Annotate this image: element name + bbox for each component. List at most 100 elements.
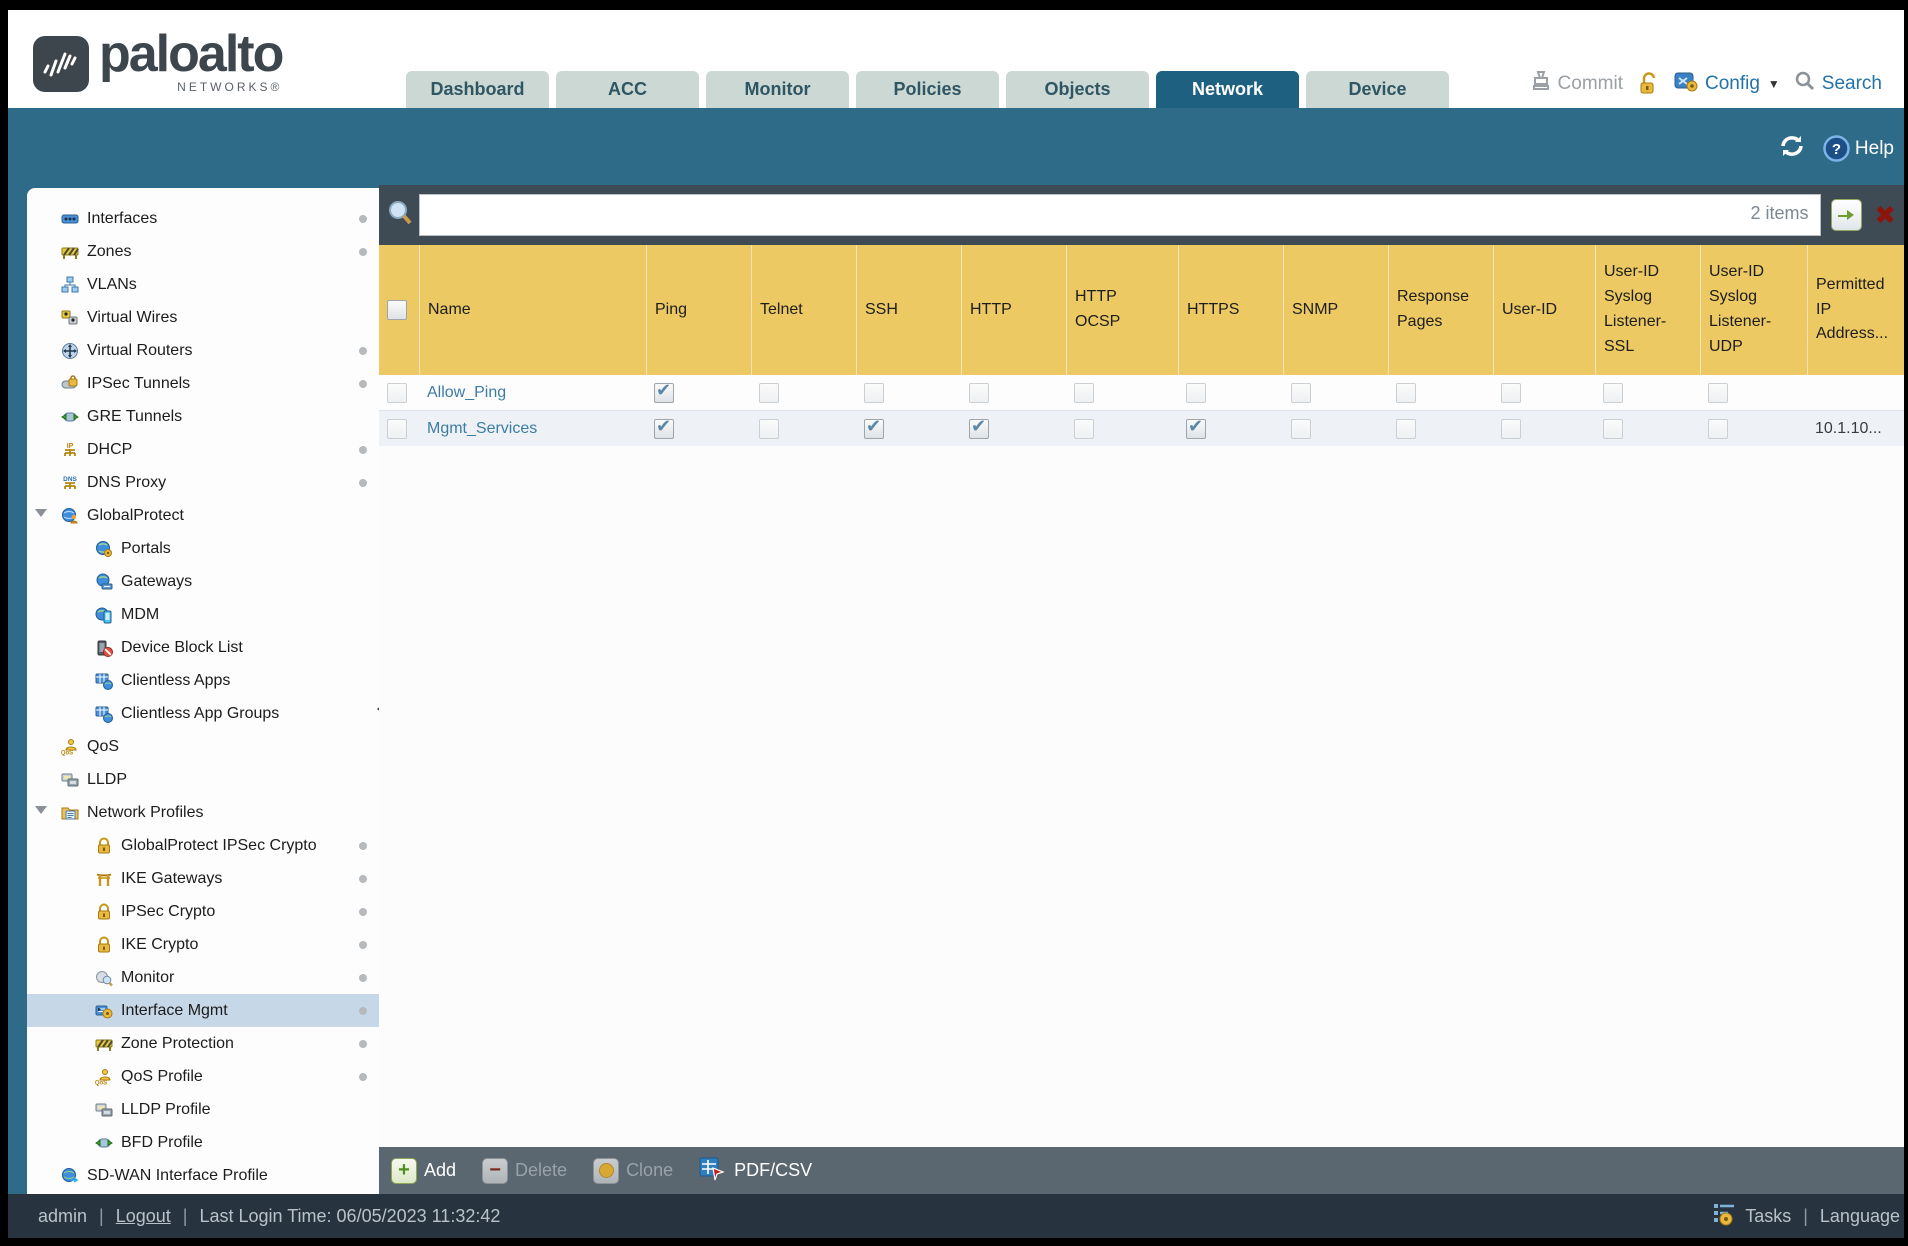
sidebar-item-dns-proxy[interactable]: DNS DNS Proxy [27,466,379,499]
col-permitted-ip[interactable]: Permitted IP Address... [1807,245,1908,375]
sidebar-item-gateways[interactable]: Gateways [27,565,379,598]
col-uid-syslog-udp[interactable]: User-ID Syslog Listener-UDP [1700,245,1807,375]
refresh-icon[interactable] [1777,132,1807,165]
status-footer: admin | Logout | Last Login Time: 06/05/… [8,1194,1904,1238]
tab-monitor[interactable]: Monitor [706,71,849,108]
sidebar-item-dhcp[interactable]: IP DHCP [27,433,379,466]
sidebar-item-zones[interactable]: Zones [27,235,379,268]
sidebar-item-monitor[interactable]: Monitor [27,961,379,994]
ipsec-tunnels-icon [61,374,79,393]
col-user-id[interactable]: User-ID [1493,245,1595,375]
commit-button[interactable]: Commit [1530,69,1623,99]
sidebar-item-globalprotect-ipsec-crypto[interactable]: GlobalProtect IPSec Crypto [27,829,379,862]
sidebar-item-label: LLDP [87,770,128,788]
sidebar-item-lldp[interactable]: LLDP [27,763,379,796]
permitted-ip-cell: 10.1.10... [1815,419,1882,437]
item-dot-icon [359,908,367,916]
sidebar-item-ipsec-tunnels[interactable]: IPSec Tunnels [27,367,379,400]
profile-link[interactable]: Allow_Ping [427,384,506,402]
col-http-ocsp[interactable]: HTTP OCSP [1066,245,1178,375]
col-response-pages[interactable]: Response Pages [1388,245,1493,375]
col-snmp[interactable]: SNMP [1283,245,1388,375]
language-button[interactable]: Language [1820,1206,1900,1227]
apply-filter-button[interactable] [1830,199,1863,231]
filter-search-icon [387,199,413,232]
col-uid-syslog-ssl[interactable]: User-ID Syslog Listener-SSL [1595,245,1700,375]
sidebar-item-ike-gateways[interactable]: IKE Gateways [27,862,379,895]
sidebar-tree: Interfaces Zones VLANs Virtual Wires Virtual… [27,188,379,1192]
sidebar-item-clientless-app-groups[interactable]: Clientless App Groups [27,697,379,730]
gre-tunnels-icon [61,408,79,426]
sidebar-item-device-block-list[interactable]: Device Block List [27,631,379,664]
sidebar-item-zone-protection[interactable]: Zone Protection [27,1027,379,1060]
col-name[interactable]: Name [419,245,646,375]
col-ping[interactable]: Ping [646,245,751,375]
select-all-checkbox[interactable] [387,300,407,320]
col-telnet[interactable]: Telnet [751,245,856,375]
filter-input[interactable] [419,194,1821,236]
tab-objects[interactable]: Objects [1006,71,1149,108]
sidebar-item-ike-crypto[interactable]: IKE Crypto [27,928,379,961]
sidebar-item-sd-wan-interface-profile[interactable]: SD-WAN Interface Profile [27,1159,379,1192]
telnet-checkbox [759,382,779,403]
add-button[interactable]: + Add [391,1157,456,1184]
expand-twisty-icon[interactable] [35,806,47,814]
sidebar-item-interfaces[interactable]: Interfaces [27,202,379,235]
tab-dashboard[interactable]: Dashboard [406,71,549,108]
network-profiles-icon [61,804,79,822]
col-https[interactable]: HTTPS [1178,245,1283,375]
row-checkbox[interactable] [387,418,407,439]
sidebar-item-bfd-profile[interactable]: BFD Profile [27,1126,379,1159]
clear-filter-button[interactable]: ✖ [1874,202,1896,228]
sidebar-item-lldp-profile[interactable]: LLDP Profile [27,1093,379,1126]
tasks-button[interactable]: Tasks [1745,1206,1791,1227]
sidebar-item-portals[interactable]: Portals [27,532,379,565]
bfd-profile-icon [95,1134,113,1152]
sidebar-item-ipsec-crypto[interactable]: IPSec Crypto [27,895,379,928]
sidebar-item-clientless-apps[interactable]: Clientless Apps [27,664,379,697]
paloalto-logo: paloalto NETWORKS® [33,22,284,94]
tab-acc[interactable]: ACC [556,71,699,108]
add-icon: + [391,1157,417,1184]
profile-link[interactable]: Mgmt_Services [427,420,537,438]
sidebar-item-label: QoS Profile [121,1067,203,1085]
sidebar-item-qos-profile[interactable]: QoS QoS Profile [27,1060,379,1093]
sidebar-item-qos[interactable]: QoS QoS [27,730,379,763]
help-button[interactable]: ? Help [1823,135,1894,162]
sidebar-item-vlans[interactable]: VLANs [27,268,379,301]
item-dot-icon [359,1040,367,1048]
pdf-csv-button[interactable]: PDF/CSV [699,1155,812,1186]
sidebar-item-virtual-routers[interactable]: Virtual Routers [27,334,379,367]
clone-button[interactable]: Clone [593,1157,673,1184]
col-http[interactable]: HTTP [961,245,1066,375]
globalprotect-ipsec-crypto-icon [95,837,113,855]
row-checkbox[interactable] [387,382,407,403]
tab-network[interactable]: Network [1156,71,1299,108]
content-area: Interfaces Zones VLANs Virtual Wires Virtual… [8,185,1904,1194]
logout-link[interactable]: Logout [116,1206,171,1227]
http-checkbox [969,416,989,439]
sidebar-item-label: IKE Crypto [121,935,199,953]
config-menu[interactable]: Config ▼ [1673,69,1780,99]
expand-twisty-icon[interactable] [35,509,47,517]
tab-device[interactable]: Device [1306,71,1449,108]
sidebar-item-interface-mgmt[interactable]: Interface Mgmt [27,994,379,1027]
uid-ssl-checkbox [1603,418,1623,439]
http-ocsp-checkbox [1074,418,1094,439]
select-all-cell [379,245,419,375]
sidebar-item-mdm[interactable]: MDM [27,598,379,631]
svg-text:?: ? [1832,141,1841,158]
sidebar-item-virtual-wires[interactable]: Virtual Wires [27,301,379,334]
delete-button[interactable]: − Delete [482,1157,567,1184]
https-checkbox [1186,416,1206,439]
search-button[interactable]: Search [1794,70,1882,98]
tab-policies[interactable]: Policies [856,71,999,108]
uid-ssl-checkbox [1603,382,1623,403]
sidebar-item-globalprotect[interactable]: GlobalProtect [27,499,379,532]
lock-button[interactable] [1637,72,1659,96]
sidebar-item-gre-tunnels[interactable]: GRE Tunnels [27,400,379,433]
sidebar-item-label: Zone Protection [121,1034,234,1052]
tasks-icon [1712,1202,1738,1231]
sidebar-item-network-profiles[interactable]: Network Profiles [27,796,379,829]
col-ssh[interactable]: SSH [856,245,961,375]
